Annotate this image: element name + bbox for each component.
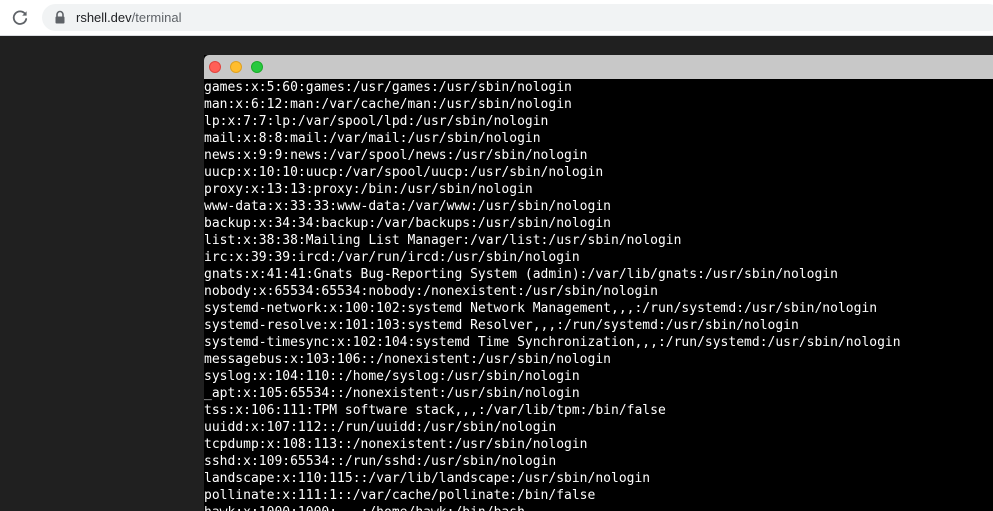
lock-icon[interactable] <box>53 10 67 25</box>
url-text[interactable]: rshell.dev/terminal <box>76 4 182 31</box>
address-bar[interactable]: rshell.dev/terminal <box>42 4 993 31</box>
url-host: rshell.dev <box>76 10 132 25</box>
terminal-line: systemd-resolve:x:101:103:systemd Resolv… <box>204 318 799 333</box>
minimize-window-icon[interactable] <box>230 61 242 73</box>
url-path: /terminal <box>131 10 182 25</box>
terminal-line: games:x:5:60:games:/usr/games:/usr/sbin/… <box>204 80 572 95</box>
terminal-line: pollinate:x:111:1::/var/cache/pollinate:… <box>204 488 596 503</box>
terminal-line: man:x:6:12:man:/var/cache/man:/usr/sbin/… <box>204 97 572 112</box>
terminal-line: sshd:x:109:65534::/run/sshd:/usr/sbin/no… <box>204 454 557 469</box>
terminal-line: irc:x:39:39:ircd:/var/run/ircd:/usr/sbin… <box>204 250 580 265</box>
terminal-line: tcpdump:x:108:113::/nonexistent:/usr/sbi… <box>204 437 588 452</box>
close-window-icon[interactable] <box>209 61 221 73</box>
browser-toolbar: rshell.dev/terminal <box>0 0 993 36</box>
terminal-window[interactable]: games:x:5:60:games:/usr/games:/usr/sbin/… <box>204 55 993 511</box>
terminal-line: systemd-timesync:x:102:104:systemd Time … <box>204 335 901 350</box>
terminal-line: news:x:9:9:news:/var/spool/news:/usr/sbi… <box>204 148 588 163</box>
terminal-line: backup:x:34:34:backup:/var/backups:/usr/… <box>204 216 611 231</box>
terminal-titlebar[interactable] <box>204 55 993 79</box>
terminal-line: messagebus:x:103:106::/nonexistent:/usr/… <box>204 352 611 367</box>
terminal-output[interactable]: games:x:5:60:games:/usr/games:/usr/sbin/… <box>204 79 993 511</box>
terminal-line: proxy:x:13:13:proxy:/bin:/usr/sbin/nolog… <box>204 182 533 197</box>
reload-icon[interactable] <box>10 8 30 28</box>
terminal-line: _apt:x:105:65534::/nonexistent:/usr/sbin… <box>204 386 580 401</box>
maximize-window-icon[interactable] <box>251 61 263 73</box>
terminal-line: nobody:x:65534:65534:nobody:/nonexistent… <box>204 284 658 299</box>
terminal-line: lp:x:7:7:lp:/var/spool/lpd:/usr/sbin/nol… <box>204 114 549 129</box>
terminal-line: landscape:x:110:115::/var/lib/landscape:… <box>204 471 651 486</box>
terminal-line: uuidd:x:107:112::/run/uuidd:/usr/sbin/no… <box>204 420 557 435</box>
terminal-line: uucp:x:10:10:uucp:/var/spool/uucp:/usr/s… <box>204 165 604 180</box>
terminal-line: www-data:x:33:33:www-data:/var/www:/usr/… <box>204 199 611 214</box>
terminal-line: tss:x:106:111:TPM software stack,,,:/var… <box>204 403 666 418</box>
terminal-line: hawk:x:1000:1000:,,,:/home/hawk:/bin/bas… <box>204 504 993 511</box>
terminal-line: list:x:38:38:Mailing List Manager:/var/l… <box>204 233 682 248</box>
page-content: games:x:5:60:games:/usr/games:/usr/sbin/… <box>0 36 993 511</box>
terminal-line: systemd-network:x:100:102:systemd Networ… <box>204 301 878 316</box>
terminal-line: gnats:x:41:41:Gnats Bug-Reporting System… <box>204 267 838 282</box>
terminal-line: mail:x:8:8:mail:/var/mail:/usr/sbin/nolo… <box>204 131 541 146</box>
terminal-line: syslog:x:104:110::/home/syslog:/usr/sbin… <box>204 369 580 384</box>
